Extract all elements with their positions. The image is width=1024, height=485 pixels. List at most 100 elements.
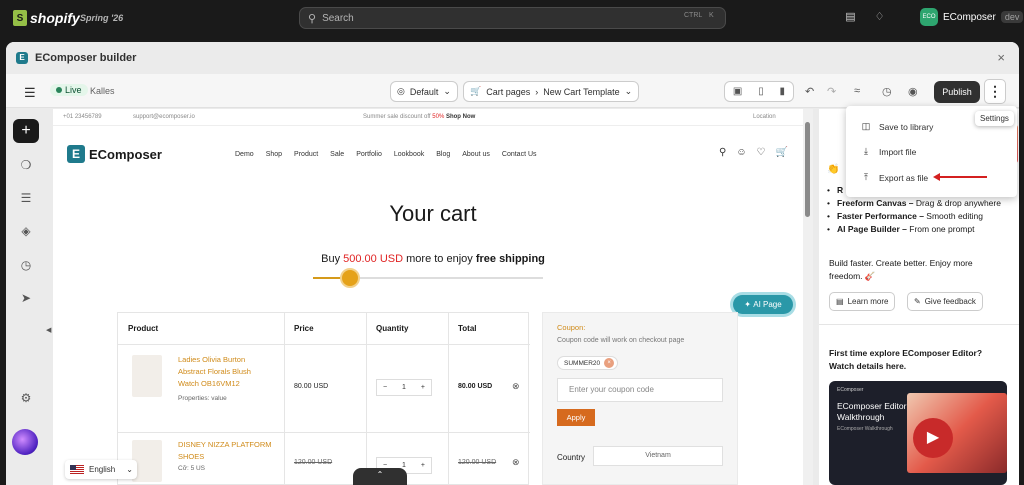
minus-icon[interactable]: − [383, 384, 387, 391]
menu-item[interactable]: Demo [235, 151, 254, 158]
learn-more-button[interactable]: ▤ Learn more [829, 292, 896, 311]
email-text: support@ecomposer.io [133, 114, 195, 120]
divider [366, 313, 367, 485]
feature-text: From one prompt [906, 224, 975, 234]
divider [448, 313, 449, 485]
layers-icon[interactable]: ◈ [13, 219, 39, 243]
sections-icon[interactable]: ☰ [13, 186, 39, 210]
bell-icon[interactable]: ♢ [873, 11, 886, 24]
sliders-icon[interactable]: ≈ [854, 85, 860, 97]
desktop-icon[interactable]: ▣ [733, 86, 742, 97]
menu-item[interactable]: Product [294, 151, 318, 158]
menu-item[interactable]: Sale [330, 151, 344, 158]
remove-icon[interactable]: ⊗ [512, 381, 520, 392]
feedback-button[interactable]: ✎ Give feedback [907, 292, 983, 311]
coupon-heading: Coupon: [557, 323, 586, 332]
cart-icon[interactable]: 🛒 [776, 147, 788, 158]
view-select[interactable]: ◎ Default ⌄ [390, 81, 458, 102]
menu-item[interactable]: Contact Us [502, 151, 537, 158]
user-icon[interactable]: ☺ [736, 147, 746, 158]
location-text[interactable]: Location [753, 114, 776, 120]
scrollbar-thumb[interactable] [805, 122, 810, 217]
product-price: 80.00 USD [294, 383, 329, 390]
apply-button[interactable]: Apply [557, 409, 595, 426]
ecomposer-app-icon: E [16, 52, 28, 64]
mobile-icon[interactable]: ▮ [780, 86, 786, 97]
close-icon[interactable]: × [997, 50, 1005, 65]
history-icon[interactable]: ◷ [882, 85, 892, 98]
quantity-stepper[interactable]: − 1 + [376, 379, 432, 396]
shopify-logo[interactable]: S shopify [13, 10, 80, 26]
undo-icon[interactable]: ↶ [805, 85, 814, 98]
remove-icon[interactable]: ⊗ [512, 457, 520, 468]
menu-item[interactable]: Blog [436, 151, 450, 158]
feature-item: Faster Performance – Smooth editing [827, 210, 1012, 223]
more-options-icon[interactable]: ⋮ [984, 79, 1006, 104]
coupon-input[interactable]: Enter your coupon code [557, 378, 723, 402]
menu-item[interactable]: About us [462, 151, 490, 158]
plus-icon[interactable]: + [421, 384, 425, 391]
divider [819, 324, 1019, 325]
view-select-label: Default [409, 86, 439, 97]
builder-toolbar: ☰ Live Kalles ◎ Default ⌄ 🛒 Cart pages ›… [6, 74, 1019, 108]
shopify-brand: shopify [30, 10, 80, 26]
status-label: Live [65, 85, 82, 95]
shopify-bag-icon: S [13, 10, 27, 26]
page-type-label: Cart pages [486, 86, 531, 97]
store-switcher[interactable]: ECO EComposer dev [920, 8, 1024, 26]
settings-gear-icon[interactable]: ⚙ [13, 386, 39, 410]
play-icon[interactable]: ▶ [913, 418, 953, 458]
template-select[interactable]: 🛒 Cart pages › New Cart Template ⌄ [463, 81, 640, 102]
product-name[interactable]: DISNEY NIZZA PLATFORM SHOES [178, 439, 273, 463]
quantity-value[interactable]: 1 [402, 384, 406, 391]
import-file-item[interactable]: ⤓ Import file [861, 146, 916, 157]
heart-icon[interactable]: ♡ [757, 147, 766, 158]
search-icon[interactable]: ⚲ [719, 147, 726, 158]
publish-button[interactable]: Publish [934, 81, 980, 103]
feature-item: Freeform Canvas – Drag & drop anywhere [827, 197, 1012, 210]
cube-icon[interactable]: ❍ [13, 153, 39, 177]
menu-item[interactable]: Shop [266, 151, 282, 158]
free-shipping-text: Buy 500.00 USD more to enjoy free shippi… [53, 253, 813, 265]
tablet-icon[interactable]: ▯ [758, 86, 764, 97]
status-badge: Live [50, 84, 88, 96]
search-input[interactable]: ⚲ Search CTRL K [299, 7, 726, 29]
clock-icon[interactable]: ◷ [13, 253, 39, 277]
product-name[interactable]: Ladies Olivia Burton Abstract Florals Bl… [178, 354, 273, 390]
promo-link[interactable]: Shop Now [446, 114, 475, 120]
tagline: Build faster. Create better. Enjoy more … [829, 258, 973, 281]
inbox-icon[interactable]: ▤ [844, 11, 857, 24]
ai-page-button[interactable]: ✦ AI Page [733, 295, 793, 314]
template-label: New Cart Template [543, 86, 620, 97]
collapse-arrow-icon[interactable]: ◀ [46, 326, 51, 334]
rocket-icon[interactable]: ➤ [13, 286, 39, 310]
site-brand: EComposer [89, 146, 162, 162]
walkthrough-video[interactable]: EComposer EComposer Editor Walkthrough E… [829, 381, 1007, 485]
preview-eye-icon[interactable]: ◉ [908, 85, 918, 98]
feature-bold: Faster Performance – [837, 211, 924, 221]
menu-item[interactable]: Lookbook [394, 151, 424, 158]
remove-coupon-icon[interactable]: × [604, 358, 615, 368]
feature-item: AI Page Builder – From one prompt [827, 223, 1012, 236]
chevron-right-icon: › [535, 86, 539, 97]
menu-item[interactable]: Portfolio [356, 151, 382, 158]
site-logo[interactable]: E EComposer [67, 145, 162, 163]
save-to-library-item[interactable]: ◫ Save to library [861, 121, 934, 132]
language-select[interactable]: English ⌄ [65, 460, 137, 479]
product-image[interactable] [132, 355, 162, 397]
export-file-item[interactable]: ⤒ Export as file [861, 172, 928, 183]
language-label: English [89, 465, 116, 474]
video-subtitle: EComposer Walkthrough [837, 426, 893, 432]
bottom-toggle[interactable]: ⌃ [353, 468, 407, 485]
shortcut-k: K [709, 12, 714, 19]
search-placeholder: Search [322, 12, 354, 24]
country-select[interactable]: Vietnam [593, 446, 723, 466]
redo-icon[interactable]: ↷ [827, 85, 836, 98]
announcement-bar: +01 23456789 support@ecomposer.io Summer… [53, 109, 813, 126]
ai-assistant-orb[interactable] [12, 429, 38, 455]
add-element-button[interactable]: + [13, 119, 39, 143]
menu-icon[interactable]: ☰ [24, 85, 36, 101]
divider [118, 344, 530, 345]
coupon-code: SUMMER20 [564, 359, 601, 367]
plus-icon[interactable]: + [421, 462, 425, 469]
